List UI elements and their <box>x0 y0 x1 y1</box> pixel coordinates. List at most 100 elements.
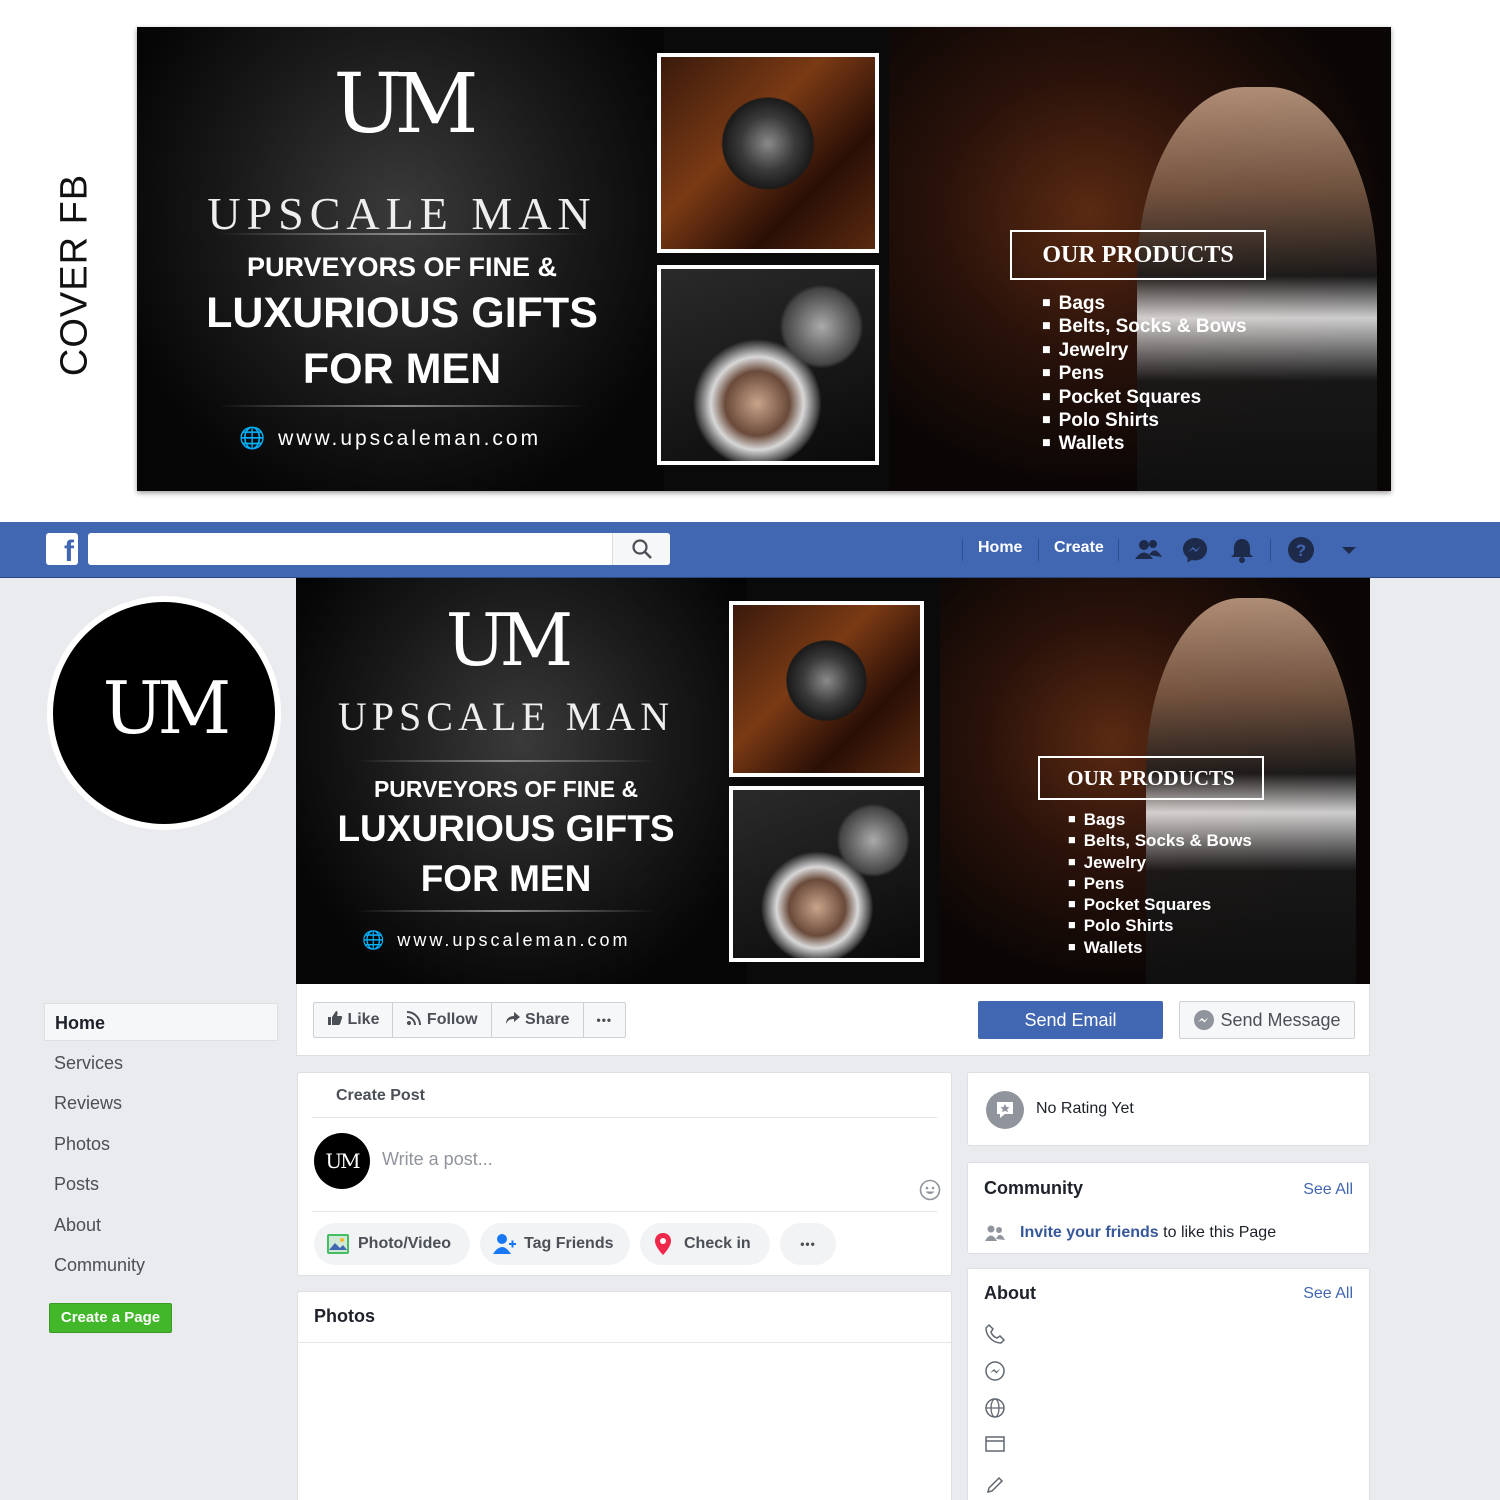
send-email-button[interactable]: Send Email <box>978 1001 1163 1039</box>
profile-picture[interactable]: UM <box>53 602 275 824</box>
search-button[interactable] <box>612 533 670 565</box>
nav-separator <box>962 539 963 561</box>
divider <box>312 1117 937 1118</box>
share-button[interactable]: Share <box>492 1003 584 1037</box>
category-icon <box>985 1436 1005 1452</box>
community-title[interactable]: Community <box>984 1178 1083 1199</box>
nav-separator <box>1118 539 1119 561</box>
about-title[interactable]: About <box>984 1283 1036 1304</box>
messenger-icon <box>1194 1010 1215 1030</box>
product-item: Polo Shirts <box>1068 915 1252 936</box>
leftnav-item-about[interactable]: About <box>44 1206 278 1244</box>
thumbs-up-icon <box>328 1011 343 1025</box>
cover-tagline-2: LUXURIOUS GIFTS <box>337 808 675 849</box>
help-icon[interactable]: ? <box>1286 535 1316 565</box>
post-input[interactable]: Write a post... <box>382 1149 493 1170</box>
create-post-card: Create Post UM Write a post... Photo/Vid… <box>297 1072 952 1276</box>
cover-divider-bottom <box>356 910 656 912</box>
more-options-button[interactable]: ••• <box>584 1003 626 1037</box>
product-item: Pocket Squares <box>1042 386 1247 409</box>
location-pin-icon <box>655 1233 671 1255</box>
cover-tagline-2: LUXURIOUS GIFTS <box>206 289 598 337</box>
globe-icon: 🌐 <box>362 930 388 950</box>
photo-video-button[interactable]: Photo/Video <box>314 1223 470 1265</box>
page-left-nav: Home Services Reviews Photos Posts About… <box>44 1003 278 1287</box>
tag-friends-button[interactable]: Tag Friends <box>480 1223 630 1265</box>
side-label-text: COVER FB <box>53 173 96 377</box>
share-label: Share <box>525 1011 570 1028</box>
messenger-icon <box>985 1361 1005 1381</box>
cover-divider-top <box>217 233 587 235</box>
leftnav-item-photos[interactable]: Photos <box>44 1125 278 1163</box>
invite-friends-icon <box>985 1225 1005 1241</box>
globe-icon: 🌐 <box>239 427 269 450</box>
nav-home-link[interactable]: Home <box>978 539 1022 557</box>
photo-icon <box>327 1234 349 1254</box>
product-item: Belts, Socks & Bows <box>1042 315 1247 338</box>
bracelet-photo <box>657 53 879 253</box>
svg-text:?: ? <box>1296 541 1306 560</box>
product-item: Belts, Socks & Bows <box>1068 830 1252 851</box>
invite-friends-rest: to like this Page <box>1158 1224 1277 1241</box>
product-item: Wallets <box>1068 937 1252 958</box>
action-button-group: Like Follow Share ••• <box>313 1002 627 1038</box>
leftnav-item-posts[interactable]: Posts <box>44 1165 278 1203</box>
products-list: Bags Belts, Socks & Bows Jewelry Pens Po… <box>1068 809 1252 958</box>
product-item: Pens <box>1042 362 1247 385</box>
cover-divider-bottom <box>217 405 587 407</box>
product-item: Pens <box>1068 873 1252 894</box>
more-post-options-label: ••• <box>800 1237 816 1251</box>
create-page-button[interactable]: Create a Page <box>49 1303 172 1333</box>
facebook-navbar: f Home Create ? <box>0 522 1500 578</box>
leftnav-item-community[interactable]: Community <box>44 1246 278 1284</box>
about-see-all-link[interactable]: See All <box>1303 1285 1353 1303</box>
avatar: UM <box>314 1133 370 1189</box>
cover-website: 🌐 www.upscaleman.com <box>362 930 631 951</box>
invite-friends-text[interactable]: Invite your friends to like this Page <box>1020 1224 1276 1242</box>
dropdown-icon[interactable] <box>1334 535 1364 565</box>
rating-text: No Rating Yet <box>1036 1100 1134 1117</box>
product-item: Bags <box>1042 292 1247 315</box>
photos-title[interactable]: Photos <box>314 1306 375 1327</box>
like-label: Like <box>347 1011 380 1028</box>
share-icon <box>505 1012 520 1024</box>
community-see-all-link[interactable]: See All <box>1303 1181 1353 1199</box>
leftnav-item-services[interactable]: Services <box>44 1044 278 1082</box>
cover-website-text: www.upscaleman.com <box>397 930 631 950</box>
leftnav-item-reviews[interactable]: Reviews <box>44 1084 278 1122</box>
messenger-icon[interactable] <box>1180 535 1210 565</box>
divider <box>298 1342 951 1343</box>
send-message-button[interactable]: Send Message <box>1179 1001 1355 1039</box>
page-action-bar: Like Follow Share ••• Send Email Send Me… <box>296 984 1370 1056</box>
leftnav-item-home[interactable]: Home <box>44 1003 278 1041</box>
invite-friends-link[interactable]: Invite your friends <box>1020 1224 1159 1241</box>
nav-create-link[interactable]: Create <box>1054 539 1104 557</box>
cover-tagline-3: FOR MEN <box>302 345 502 393</box>
like-button[interactable]: Like <box>314 1003 394 1037</box>
product-item: Pocket Squares <box>1068 894 1252 915</box>
page-cover-photo[interactable]: UM UPSCALE MAN PURVEYORS OF FINE & LUXUR… <box>296 578 1370 984</box>
create-post-title[interactable]: Create Post <box>336 1087 425 1105</box>
facebook-logo-icon[interactable]: f <box>46 533 78 565</box>
product-item: Jewelry <box>1042 339 1247 362</box>
emoji-icon[interactable] <box>919 1179 941 1201</box>
search-input[interactable] <box>88 533 670 565</box>
notifications-icon[interactable] <box>1227 535 1257 565</box>
rating-bubble-icon <box>997 1102 1013 1118</box>
check-in-button[interactable]: Check in <box>640 1223 770 1265</box>
nav-separator <box>1038 539 1039 561</box>
side-label: COVER FB <box>50 170 100 380</box>
cover-tagline-3: FOR MEN <box>420 858 592 899</box>
phone-icon <box>985 1323 1006 1344</box>
rating-card: No Rating Yet <box>967 1072 1370 1146</box>
cufflinks-photo <box>729 786 924 962</box>
friends-icon[interactable] <box>1133 535 1163 565</box>
bracelet-photo <box>729 601 924 777</box>
photos-card: Photos <box>297 1291 952 1500</box>
more-post-options-button[interactable]: ••• <box>780 1223 836 1265</box>
product-item: Jewelry <box>1068 852 1252 873</box>
products-heading: OUR PRODUCTS <box>1038 756 1264 800</box>
products-heading: OUR PRODUCTS <box>1010 230 1266 280</box>
follow-button[interactable]: Follow <box>393 1003 492 1037</box>
tag-friends-icon <box>493 1234 516 1254</box>
